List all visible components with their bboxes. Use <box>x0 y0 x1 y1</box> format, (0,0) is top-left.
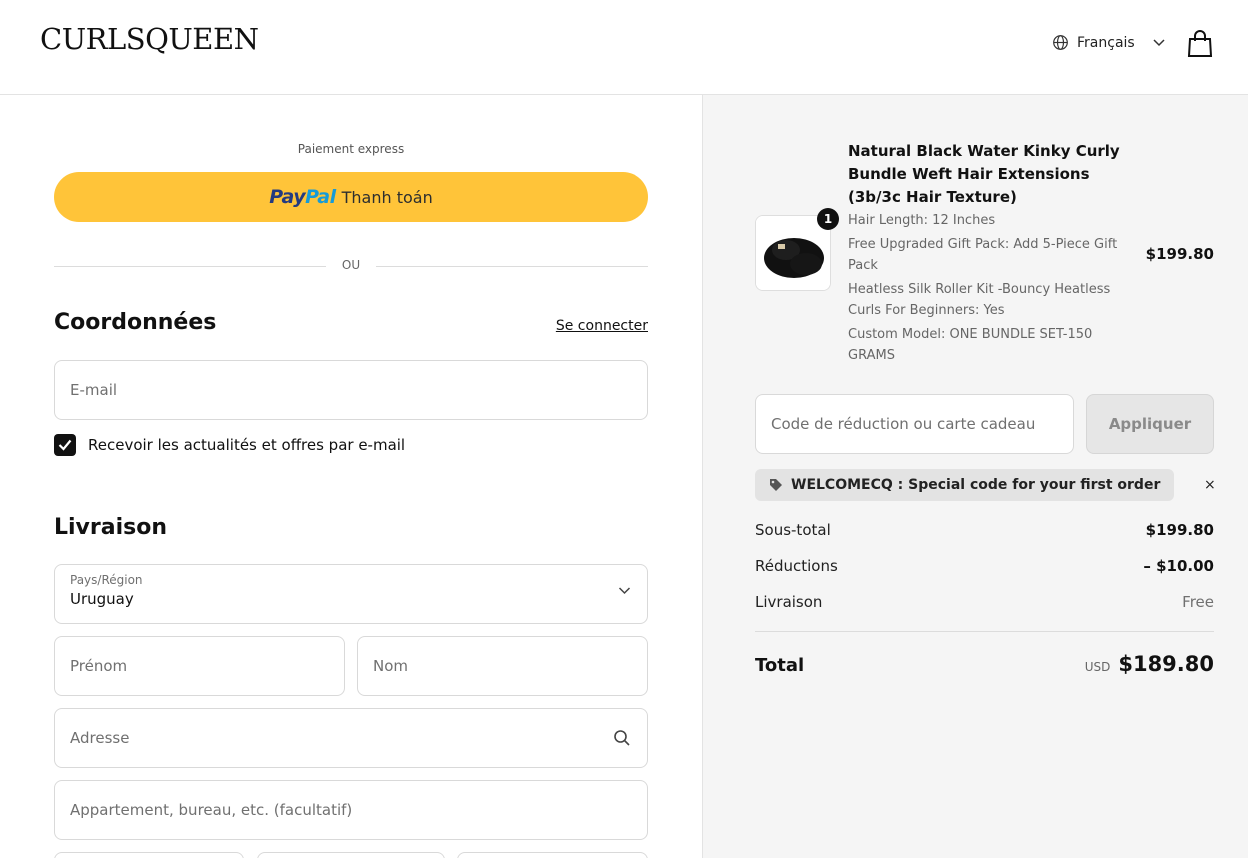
contact-section-title: Coordonnées <box>54 310 217 335</box>
language-selector[interactable]: Français <box>1052 34 1165 51</box>
globe-icon <box>1053 35 1068 50</box>
tag-icon <box>770 479 782 491</box>
variant-roller-kit: Heatless Silk Roller Kit -Bouncy Heatles… <box>848 282 1111 318</box>
first-name-field[interactable]: Prénom <box>54 636 345 696</box>
product-price: $199.80 <box>1145 245 1214 263</box>
currency-code: USD <box>1084 660 1111 674</box>
newsletter-option[interactable]: Recevoir les actualités et offres par e-… <box>54 434 405 456</box>
last-name-placeholder: Nom <box>373 657 409 675</box>
discount-label: Réductions <box>755 557 838 575</box>
discount-placeholder: Code de réduction ou carte cadeau <box>771 415 1036 433</box>
or-label: OU <box>341 258 361 272</box>
newsletter-checkbox[interactable] <box>54 434 76 456</box>
country-label: Pays/Région <box>70 573 143 587</box>
email-field[interactable]: E-mail <box>54 360 648 420</box>
login-link[interactable]: Se connecter <box>556 318 648 334</box>
subtotal-value: $199.80 <box>1145 521 1214 539</box>
subtotal-label: Sous-total <box>755 521 831 539</box>
paypal-button[interactable]: PayPal Thanh toán <box>54 172 648 222</box>
discount-code-input[interactable]: Code de réduction ou carte cadeau <box>755 394 1074 454</box>
shipping-label: Livraison <box>755 593 823 611</box>
chevron-down-icon <box>618 587 631 595</box>
shopping-bag-icon[interactable] <box>1186 30 1214 58</box>
state-field[interactable] <box>257 852 445 858</box>
paypal-button-label: Thanh toán <box>341 187 433 207</box>
postal-code-field[interactable] <box>457 852 648 858</box>
apartment-placeholder: Appartement, bureau, etc. (facultatif) <box>70 801 353 819</box>
newsletter-label: Recevoir les actualités et offres par e-… <box>88 436 406 454</box>
delivery-section-title: Livraison <box>54 515 168 540</box>
applied-discount-label: WELCOMECQ : Special code for your first … <box>791 477 1161 493</box>
summary-divider <box>755 631 1214 632</box>
variant-gift-pack: Free Upgraded Gift Pack: Add 5-Piece Gif… <box>848 237 1118 273</box>
quantity-badge: 1 <box>817 208 839 230</box>
country-select[interactable]: Pays/Région Uruguay <box>54 564 648 624</box>
country-value: Uruguay <box>70 590 134 608</box>
discount-row: Réductions – $10.00 <box>755 557 1214 575</box>
total-row: Total USD $189.80 <box>755 652 1214 676</box>
address-placeholder: Adresse <box>70 729 130 747</box>
variant-hair-length: Hair Length: 12 Inches <box>848 213 996 228</box>
total-label: Total <box>755 655 805 676</box>
product-variants: Hair Length: 12 Inches Free Upgraded Gif… <box>848 210 1143 369</box>
paypal-logo: PayPal <box>269 186 336 208</box>
discount-value: – $10.00 <box>1143 557 1214 575</box>
search-icon <box>614 730 630 746</box>
chevron-down-icon <box>1153 38 1165 46</box>
shipping-value: Free <box>1182 593 1214 611</box>
subtotal-row: Sous-total $199.80 <box>755 521 1214 539</box>
address-field[interactable]: Adresse <box>54 708 648 768</box>
or-divider: OU <box>54 256 648 276</box>
express-checkout-title: Paiement express <box>297 142 405 156</box>
email-placeholder: E-mail <box>70 381 118 399</box>
shipping-row: Livraison Free <box>755 593 1214 611</box>
language-label: Français <box>1077 34 1135 51</box>
city-field[interactable] <box>54 852 244 858</box>
apartment-field[interactable]: Appartement, bureau, etc. (facultatif) <box>54 780 648 840</box>
site-header: CURLSQUEEN Français <box>0 0 1248 95</box>
variant-custom-model: Custom Model: ONE BUNDLE SET-150 GRAMS <box>848 327 1093 363</box>
last-name-field[interactable]: Nom <box>357 636 648 696</box>
total-value: $189.80 <box>1118 652 1214 676</box>
remove-discount-button[interactable]: × <box>1204 477 1216 493</box>
product-name: Natural Black Water Kinky Curly Bundle W… <box>848 142 1120 206</box>
checkmark-icon <box>58 439 72 451</box>
first-name-placeholder: Prénom <box>70 657 128 675</box>
brand-logo[interactable]: CURLSQUEEN <box>40 22 259 56</box>
applied-discount-tag: WELCOMECQ : Special code for your first … <box>755 469 1175 501</box>
apply-discount-button[interactable]: Appliquer <box>1086 394 1214 454</box>
